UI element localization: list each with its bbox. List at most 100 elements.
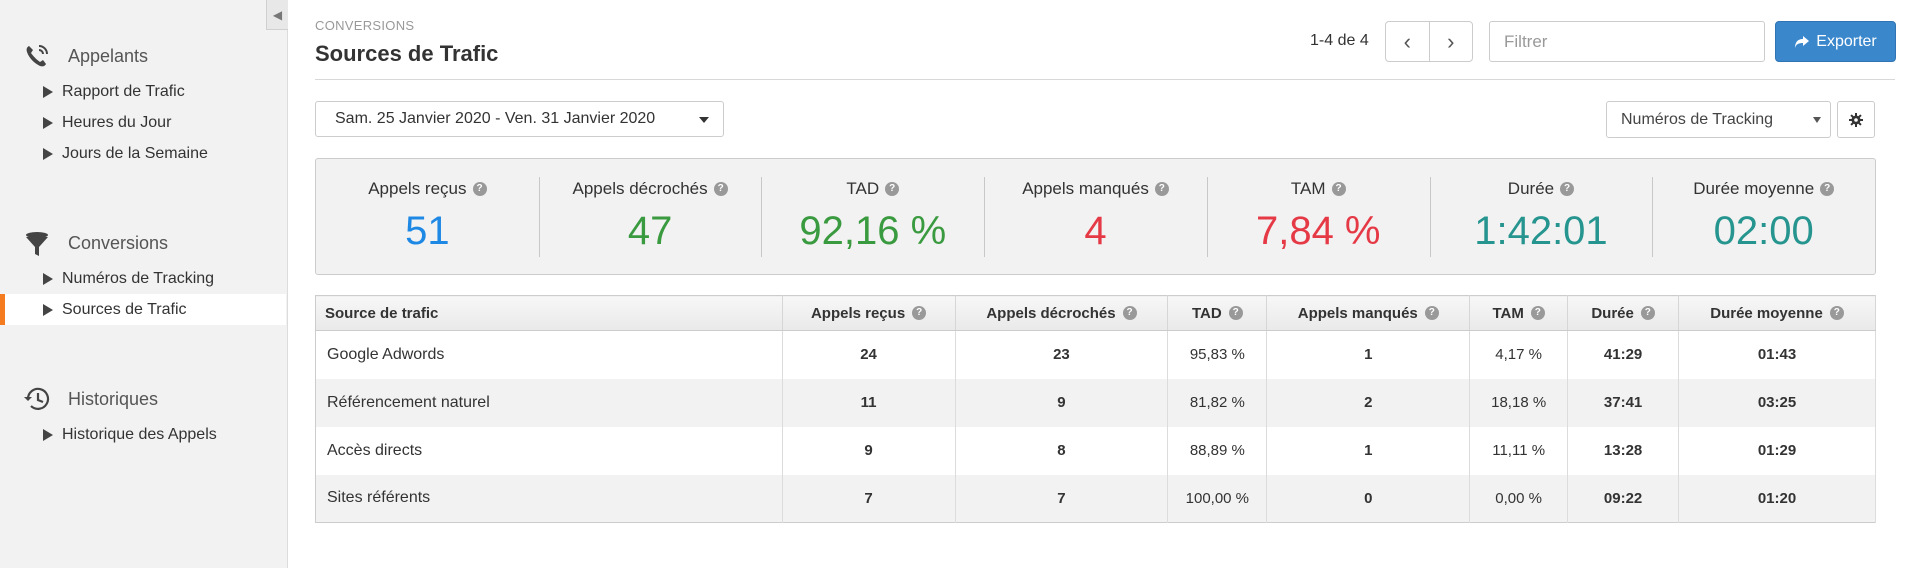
help-icon[interactable]: ? [1154, 182, 1169, 196]
filter-input[interactable] [1489, 21, 1765, 62]
kpi-label: TAM? [1291, 179, 1346, 199]
help-icon[interactable]: ? [885, 182, 900, 196]
settings-button[interactable] [1837, 101, 1875, 138]
triangle-right-icon [43, 272, 53, 285]
kpi-label: Appels reçus? [368, 179, 487, 199]
history-icon [24, 387, 50, 410]
table-cell: 2 [1266, 378, 1471, 427]
help-icon[interactable]: ? [472, 182, 487, 196]
table-row[interactable]: Accès directs 9 8 88,89 % 1 11,11 % 13:28 01:29 [315, 426, 1876, 475]
export-button[interactable]: Exporter [1775, 21, 1896, 62]
column-header[interactable]: Appels reçus? [782, 295, 956, 331]
kpi-tile: Durée moyenne? 02:00 [1652, 159, 1875, 274]
table-header-row: Source de trafic Appels reçus? Appels décr… [315, 295, 1876, 331]
kpi-label-text: Appels reçus [368, 179, 467, 198]
help-icon[interactable]: ? [1829, 306, 1844, 320]
sidebar-item-heures-du-jour[interactable]: Heures du Jour [0, 107, 286, 138]
help-icon[interactable]: ? [1820, 182, 1835, 196]
traffic-sources-table: Source de trafic Appels reçus? Appels décr… [315, 295, 1876, 523]
help-icon[interactable]: ? [713, 182, 728, 196]
sidebar-item-label: Rapport de Trafic [62, 82, 185, 100]
column-header[interactable]: TAM? [1469, 295, 1569, 331]
column-header[interactable]: TAD? [1167, 295, 1268, 331]
table-cell: 03:25 [1678, 378, 1876, 427]
table-cell: 24 [782, 330, 956, 379]
kpi-value: 4 [1084, 209, 1107, 253]
kpi-value: 92,16 % [799, 209, 947, 253]
column-header[interactable]: Appels manqués? [1266, 295, 1471, 331]
table-cell: Google Adwords [315, 330, 783, 379]
help-icon[interactable]: ? [1331, 182, 1346, 196]
help-icon[interactable]: ? [1530, 306, 1545, 320]
previous-page-button[interactable]: ‹ [1386, 22, 1430, 61]
table-cell: 100,00 % [1167, 474, 1268, 523]
table-cell: 9 [955, 378, 1169, 427]
sidebar-section-header[interactable]: Appelants [0, 36, 286, 76]
sidebar-section-historiques: Historiques Historique des Appels [0, 379, 286, 450]
sidebar-item-label: Jours de la Semaine [62, 144, 208, 162]
view-select-value: Numéros de Tracking [1621, 110, 1774, 128]
page-title: Sources de Trafic [315, 41, 499, 66]
column-header[interactable]: Appels décrochés? [955, 295, 1169, 331]
sidebar-section-conversions: Conversions Numéros de Tracking Sources … [0, 223, 286, 325]
sidebar-item-numeros-de-tracking[interactable]: Numéros de Tracking [0, 263, 286, 294]
kpi-label: Appels manqués? [1022, 179, 1169, 199]
table-cell: 81,82 % [1167, 378, 1268, 427]
column-header[interactable]: Durée? [1567, 295, 1680, 331]
table-row[interactable]: Référencement naturel 11 9 81,82 % 2 18,18 % 3… [315, 378, 1876, 427]
pager-buttons: ‹ › [1385, 21, 1473, 62]
help-icon[interactable]: ? [1560, 182, 1575, 196]
sidebar-item-historique-des-appels[interactable]: Historique des Appels [0, 419, 286, 450]
sidebar-item-jours-de-la-semaine[interactable]: Jours de la Semaine [0, 138, 286, 169]
table-cell: Référencement naturel [315, 378, 783, 427]
help-icon[interactable]: ? [1122, 306, 1137, 320]
help-icon[interactable]: ? [1640, 306, 1655, 320]
chevron-left-icon: ◀ [272, 7, 283, 22]
table-cell: Accès directs [315, 426, 783, 475]
kpi-label-text: Appels décrochés [572, 179, 708, 198]
kpi-value: 47 [627, 209, 673, 253]
table-cell: 13:28 [1567, 426, 1680, 475]
table-cell: 95,83 % [1167, 330, 1268, 379]
breadcrumb: CONVERSIONS [315, 18, 415, 33]
table-cell: 11 [782, 378, 956, 427]
kpi-value: 51 [405, 209, 450, 253]
sidebar: ◀ Appelants Rapport de Trafic Heures du … [0, 0, 288, 568]
column-header-label: Source de trafic [325, 304, 439, 322]
column-header[interactable]: Source de trafic [315, 295, 783, 331]
sidebar-item-label: Numéros de Tracking [62, 269, 215, 287]
triangle-right-icon [43, 428, 53, 441]
kpi-label-text: Durée moyenne [1693, 179, 1815, 198]
header-divider [315, 79, 1895, 80]
kpi-label: Appels décrochés? [573, 179, 728, 199]
chevron-left-icon: ‹ [1403, 28, 1411, 54]
table-row[interactable]: Sites référents 7 7 100,00 % 0 0,00 % 09:22 01:… [315, 474, 1876, 523]
table-cell: 4,17 % [1469, 330, 1569, 379]
table-cell: 01:20 [1678, 474, 1876, 523]
help-icon[interactable]: ? [1228, 306, 1243, 320]
kpi-label: Durée moyenne? [1693, 179, 1835, 199]
table-row[interactable]: Google Adwords 24 23 95,83 % 1 4,17 % 41:29 01:… [315, 330, 1876, 379]
sidebar-item-sources-de-trafic[interactable]: Sources de Trafic [0, 294, 286, 325]
sidebar-section-header[interactable]: Conversions [0, 223, 286, 263]
chevron-right-icon: › [1447, 28, 1455, 54]
sidebar-item-rapport-de-trafic[interactable]: Rapport de Trafic [0, 76, 286, 107]
next-page-button[interactable]: › [1430, 22, 1473, 61]
table-cell: 23 [955, 330, 1169, 379]
column-header[interactable]: Durée moyenne? [1678, 295, 1876, 331]
help-icon[interactable]: ? [1424, 306, 1439, 320]
date-range-picker[interactable]: Sam. 25 Janvier 2020 - Ven. 31 Janvier 2… [315, 101, 724, 137]
date-range-label: Sam. 25 Janvier 2020 - Ven. 31 Janvier 2… [335, 110, 656, 127]
kpi-tile: TAM? 7,84 % [1206, 159, 1430, 274]
table-cell: 01:43 [1678, 330, 1876, 379]
sidebar-item-label: Historique des Appels [62, 425, 217, 443]
sidebar-collapse-button[interactable]: ◀ [266, 0, 288, 30]
sidebar-section-header[interactable]: Historiques [0, 379, 286, 419]
view-select[interactable]: Numéros de Tracking [1606, 101, 1831, 138]
kpi-value: 02:00 [1713, 209, 1814, 253]
triangle-right-icon [43, 85, 53, 98]
column-header-label: TAM [1492, 304, 1524, 322]
sidebar-section-appelants: Appelants Rapport de Trafic Heures du Jo… [0, 36, 286, 169]
help-icon[interactable]: ? [912, 306, 927, 320]
table-cell: 7 [955, 474, 1169, 523]
